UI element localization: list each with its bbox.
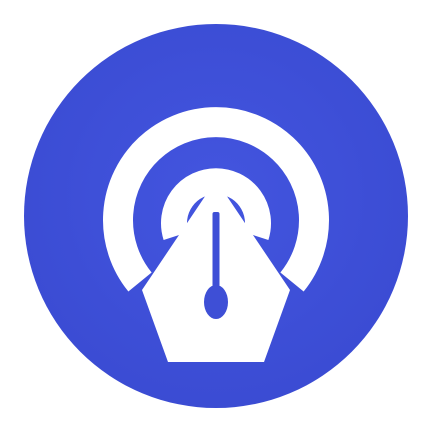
podcast-pen-icon (24, 24, 408, 408)
app-icon (0, 0, 434, 434)
